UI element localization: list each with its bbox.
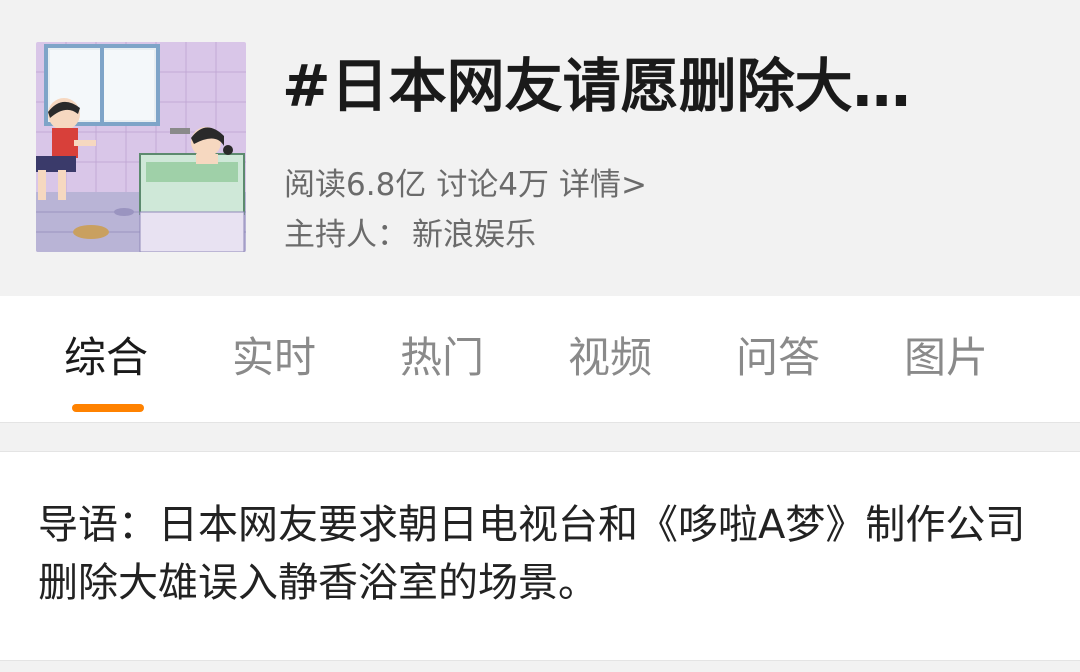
host-label: 主持人： (284, 217, 408, 253)
read-count: 阅读6.8亿 (284, 167, 427, 203)
topic-cover-image[interactable] (36, 42, 246, 252)
discussion-count: 讨论4万 (436, 167, 550, 203)
bottom-divider (0, 660, 1080, 672)
topic-header: #日本网友请愿删除大… 阅读6.8亿 讨论4万 详情> 主持人： 新浪娱乐 (0, 0, 1080, 296)
cartoon-illustration (36, 42, 246, 252)
tab-qa[interactable]: 问答 (736, 332, 820, 384)
topic-host: 主持人： 新浪娱乐 (284, 214, 536, 256)
topic-page: #日本网友请愿删除大… 阅读6.8亿 讨论4万 详情> 主持人： 新浪娱乐 综合 实时… (0, 0, 1080, 672)
tab-realtime[interactable]: 实时 (232, 332, 316, 384)
details-link[interactable]: 详情> (559, 167, 647, 203)
topic-intro: 导语：日本网友要求朝日电视台和《哆啦A梦》制作公司删除大雄误入静香浴室的场景。 (0, 452, 1080, 660)
topic-title: #日本网友请愿删除大… (282, 52, 911, 120)
topic-stats: 阅读6.8亿 讨论4万 详情> (284, 164, 657, 206)
active-tab-indicator (72, 404, 144, 412)
tab-hot[interactable]: 热门 (400, 332, 484, 384)
tab-bar: 综合 实时 热门 视频 问答 图片 (0, 296, 1080, 422)
host-name[interactable]: 新浪娱乐 (412, 217, 536, 253)
intro-text: 导语：日本网友要求朝日电视台和《哆啦A梦》制作公司删除大雄误入静香浴室的场景。 (38, 502, 1026, 606)
tab-images[interactable]: 图片 (904, 332, 988, 384)
section-divider (0, 422, 1080, 452)
tab-video[interactable]: 视频 (568, 332, 652, 384)
tab-comprehensive[interactable]: 综合 (64, 332, 148, 384)
